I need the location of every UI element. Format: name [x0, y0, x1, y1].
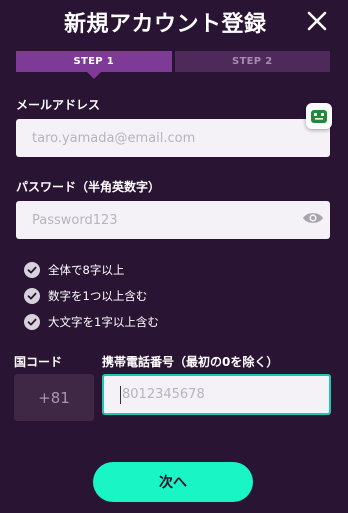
header: 新規アカウント登録	[0, 0, 348, 44]
phone-number-field[interactable]: 8012345678	[102, 374, 331, 415]
password-rule: 大文字を1字以上含む	[24, 313, 159, 331]
next-button[interactable]: 次へ	[93, 462, 253, 502]
country-code-label: 国コード	[14, 355, 63, 369]
email-label: メールアドレス	[16, 98, 101, 112]
phone-number-label: 携帯電話番号（最初の0を除く）	[102, 355, 279, 369]
password-rule-text: 大文字を1字以上含む	[48, 315, 159, 329]
password-field[interactable]: Password123	[16, 201, 330, 239]
robot-icon	[311, 110, 327, 123]
phone-number-placeholder: 8012345678	[122, 387, 205, 402]
step-indicator: STEP 1 STEP 2	[16, 51, 330, 72]
password-rule-text: 全体で8字以上	[48, 263, 125, 277]
check-icon	[24, 314, 40, 330]
text-cursor	[120, 385, 121, 404]
step-2: STEP 2	[174, 51, 330, 72]
eye-icon[interactable]	[302, 210, 324, 226]
password-manager-icon[interactable]	[306, 103, 332, 129]
country-code-field[interactable]: +81	[14, 374, 94, 421]
email-field[interactable]: taro.yamada@email.com	[16, 119, 330, 157]
password-label: パスワード（半角英数字）	[16, 180, 161, 194]
page-title: 新規アカウント登録	[64, 12, 267, 37]
close-icon[interactable]	[304, 8, 330, 34]
step-1: STEP 1	[16, 51, 172, 72]
password-rule: 数字を1つ以上含む	[24, 287, 147, 305]
check-icon	[24, 262, 40, 278]
country-code-value: +81	[38, 388, 70, 407]
password-rule: 全体で8字以上	[24, 261, 124, 279]
check-icon	[24, 288, 40, 304]
password-rule-text: 数字を1つ以上含む	[48, 289, 148, 303]
